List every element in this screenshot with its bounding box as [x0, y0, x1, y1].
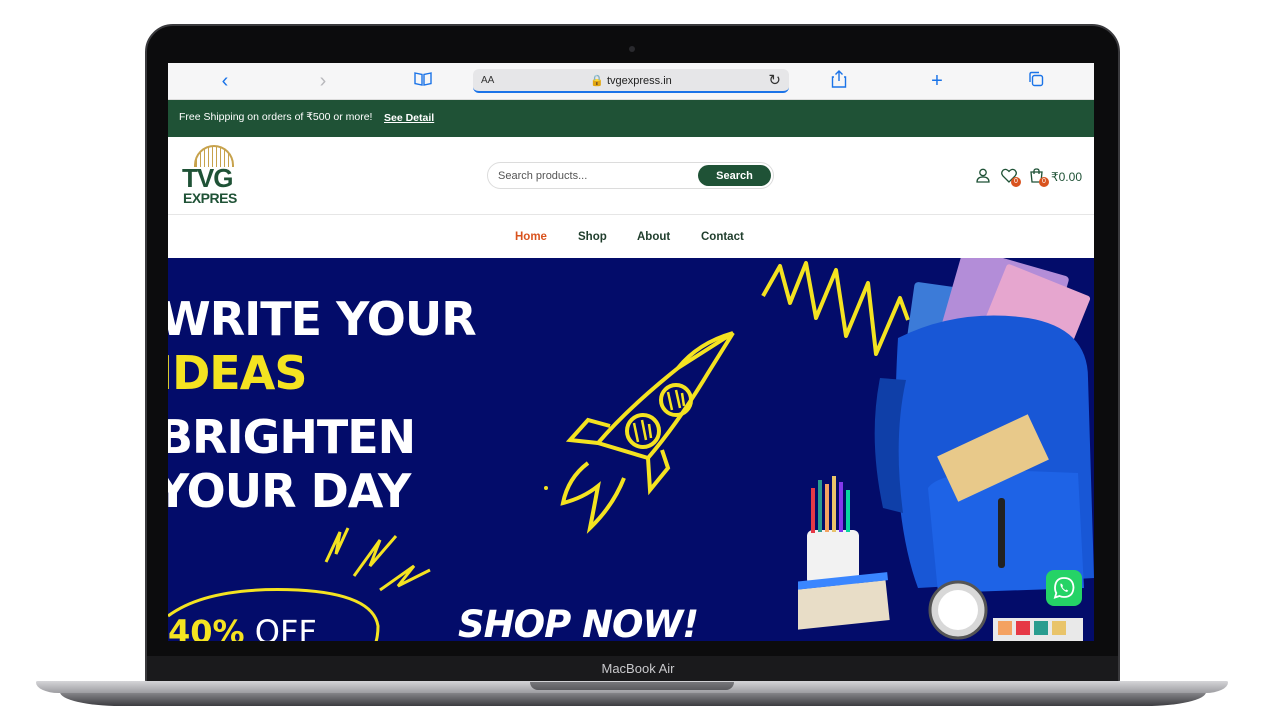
reload-icon[interactable]: ↻ — [768, 71, 781, 89]
whatsapp-button[interactable] — [1046, 570, 1082, 606]
address-bar[interactable]: AA 🔒 tvgexpress.in ↻ — [473, 69, 789, 93]
search-form: Search — [487, 162, 774, 189]
share-icon[interactable] — [827, 70, 851, 92]
see-detail-link[interactable]: See Detail — [384, 112, 434, 124]
promo-bar: Free Shipping on orders of ₹500 or more!… — [168, 100, 1094, 137]
account-icon[interactable] — [976, 168, 990, 187]
device-label: MacBook Air — [601, 661, 675, 676]
browser-toolbar: ‹ › AA 🔒 tvgexpress.in ↻ + — [168, 63, 1094, 100]
hero-line-1: WRITE YOUR — [168, 292, 477, 346]
url-value: tvgexpress.in — [606, 75, 672, 87]
laptop-base-underside — [60, 692, 1206, 706]
laptop-mockup: ‹ › AA 🔒 tvgexpress.in ↻ + Free Shipping… — [0, 0, 1276, 715]
nav-home[interactable]: Home — [515, 231, 547, 243]
new-tab-icon[interactable]: + — [925, 70, 949, 92]
back-icon[interactable]: ‹ — [213, 70, 237, 92]
promo-text: Free Shipping on orders of ₹500 or more! — [179, 111, 373, 123]
offer-text: 40% OFF — [168, 613, 317, 641]
site-header: TVG EXPRES Search 0 0 ₹0.00 — [168, 137, 1094, 215]
shop-now-cta[interactable]: SHOP NOW! — [458, 603, 699, 641]
hero-line-3: BRIGHTEN — [168, 410, 416, 464]
offer-word: OFF — [254, 613, 317, 641]
tabs-icon[interactable] — [1024, 70, 1048, 92]
hero-line-2: IDEAS — [168, 346, 307, 400]
search-button[interactable]: Search — [698, 165, 771, 186]
hero-line-4: YOUR DAY — [168, 464, 411, 518]
nav-about[interactable]: About — [637, 231, 670, 243]
hero-banner[interactable]: WRITE YOUR IDEAS BRIGHTEN YOUR DAY 40% O… — [168, 258, 1094, 641]
logo-subtext: EXPRES — [183, 190, 237, 206]
main-nav: Home Shop About Contact — [168, 215, 1094, 258]
screen: ‹ › AA 🔒 tvgexpress.in ↻ + Free Shipping… — [168, 63, 1094, 641]
laptop-notch — [530, 682, 734, 690]
nav-contact[interactable]: Contact — [701, 231, 744, 243]
rocket-illustration — [544, 331, 735, 534]
whatsapp-icon — [1053, 577, 1075, 599]
forward-icon[interactable]: › — [311, 70, 335, 92]
camera — [629, 46, 635, 52]
wishlist-count-badge: 0 — [1011, 177, 1021, 187]
cart-total[interactable]: ₹0.00 — [1051, 170, 1082, 184]
url-text: 🔒 tvgexpress.in — [590, 75, 672, 87]
cart-count-badge: 0 — [1039, 177, 1049, 187]
search-input[interactable] — [498, 167, 688, 185]
offer-percent: 40% — [168, 613, 245, 641]
nav-shop[interactable]: Shop — [578, 231, 607, 243]
site-logo[interactable]: TVG EXPRES — [180, 145, 240, 206]
bookmarks-icon[interactable] — [411, 70, 435, 92]
